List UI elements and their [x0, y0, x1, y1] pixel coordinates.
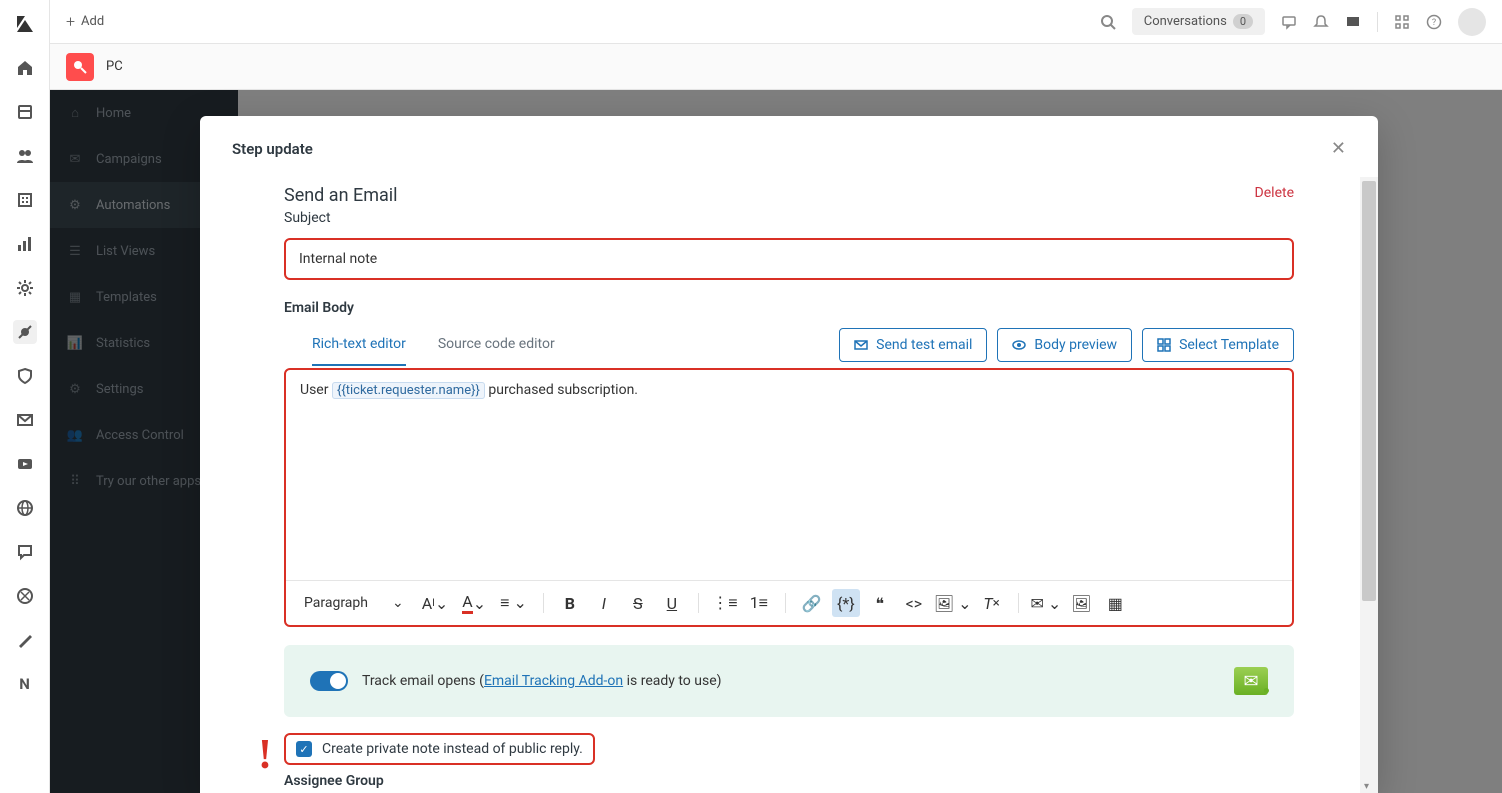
rail-globe-icon[interactable]	[13, 496, 37, 520]
number-list-button[interactable]: 1≡	[745, 589, 773, 617]
bold-button[interactable]: B	[556, 589, 584, 617]
section-title: Send an Email	[284, 185, 398, 206]
table-button[interactable]: ▦	[1101, 589, 1129, 617]
rail-home-icon[interactable]	[13, 56, 37, 80]
delete-button[interactable]: Delete	[1255, 185, 1294, 201]
media-button[interactable]: 🖼	[1067, 589, 1095, 617]
exclamation-annotation: !	[258, 731, 264, 779]
help-icon[interactable]: ?	[1426, 14, 1442, 30]
track-rest: is ready to use)	[623, 673, 721, 689]
bullet-list-button[interactable]: ⋮≡	[711, 589, 739, 617]
step-update-modal: Step update ✕ ▴ ▾ Send an Email Subject …	[200, 116, 1378, 793]
avatar[interactable]	[1458, 8, 1486, 36]
rail-mail-icon[interactable]	[13, 408, 37, 432]
link-button[interactable]: 🔗	[798, 589, 826, 617]
rail-web-icon[interactable]	[13, 584, 37, 608]
top-bar: + Add Conversations 0 ?	[50, 0, 1502, 44]
close-icon[interactable]: ✕	[1331, 138, 1346, 159]
scroll-thumb[interactable]	[1362, 181, 1376, 601]
image-button[interactable]: 🖼 ⌄	[934, 589, 972, 617]
svg-text:?: ?	[1432, 18, 1436, 28]
track-label: Track email opens	[362, 673, 476, 689]
quote-button[interactable]: ❝	[866, 589, 894, 617]
editor-highlight: User {{ticket.requester.name}} purchased…	[284, 368, 1294, 627]
assignee-group-label: Assignee Group	[284, 773, 1294, 789]
rail-stats-icon[interactable]	[13, 232, 37, 256]
code-button[interactable]: <>	[900, 589, 928, 617]
rail-rocket-icon[interactable]	[13, 320, 37, 344]
rail-logo-icon[interactable]	[13, 12, 37, 36]
scrollbar[interactable]: ▴ ▾	[1360, 177, 1378, 793]
email-body-editor[interactable]: User {{ticket.requester.name}} purchased…	[286, 370, 1292, 580]
editor-text-prefix: User	[300, 382, 332, 398]
bell-icon[interactable]	[1313, 14, 1329, 30]
tab-source-code[interactable]: Source code editor	[438, 324, 555, 366]
private-note-checkbox[interactable]: ✓	[296, 741, 312, 757]
rail-book-icon[interactable]	[13, 100, 37, 124]
select-template-button[interactable]: Select Template	[1142, 328, 1294, 362]
search-icon[interactable]	[1100, 14, 1116, 30]
apps-icon[interactable]	[1394, 14, 1410, 30]
underline-button[interactable]: U	[658, 589, 686, 617]
private-note-highlight: ✓ Create private note instead of public …	[284, 733, 595, 765]
track-toggle[interactable]	[310, 671, 348, 691]
scroll-down-icon[interactable]: ▾	[1364, 781, 1374, 791]
rail-brush-icon[interactable]	[13, 628, 37, 652]
chat-filled-icon[interactable]	[1345, 14, 1361, 30]
subject-highlight	[284, 238, 1294, 280]
editor-text-suffix: purchased subscription.	[485, 382, 638, 398]
align-button[interactable]: ≡ ⌄	[496, 589, 531, 617]
app-name-label: PC	[106, 59, 123, 74]
font-color-button[interactable]: A ⌄	[458, 589, 490, 617]
conversations-count: 0	[1233, 14, 1253, 29]
variable-button[interactable]: {*}	[832, 589, 860, 617]
tracking-addon-link[interactable]: Email Tracking Add-on	[484, 673, 623, 689]
rail-building-icon[interactable]	[13, 188, 37, 212]
body-preview-button[interactable]: Body preview	[997, 328, 1132, 362]
subject-label: Subject	[284, 210, 398, 226]
tracking-badge-icon	[1234, 667, 1268, 695]
rail-gear-icon[interactable]	[13, 276, 37, 300]
editor-toolbar: Paragraph⌄ AI ⌄ A ⌄ ≡ ⌄ B I S U ⋮≡ 1≡ 🔗	[286, 580, 1292, 625]
attachment-button[interactable]: ✉ ⌄	[1031, 589, 1062, 617]
italic-button[interactable]: I	[590, 589, 618, 617]
modal-title: Step update	[232, 140, 313, 158]
conversations-button[interactable]: Conversations 0	[1132, 8, 1265, 35]
clear-format-button[interactable]: T×	[978, 589, 1006, 617]
paragraph-select[interactable]: Paragraph⌄	[296, 591, 412, 615]
rail-n-icon[interactable]: N	[13, 672, 37, 696]
subject-input[interactable]	[286, 240, 1292, 278]
rail-play-icon[interactable]	[13, 452, 37, 476]
track-email-box: Track email opens (Email Tracking Add-on…	[284, 645, 1294, 717]
rail-shield-icon[interactable]	[13, 364, 37, 388]
sub-bar: PC	[50, 44, 1502, 90]
variable-chip[interactable]: {{ticket.requester.name}}	[332, 382, 485, 399]
font-size-button[interactable]: AI ⌄	[418, 589, 453, 617]
strike-button[interactable]: S	[624, 589, 652, 617]
comment-icon[interactable]	[1281, 14, 1297, 30]
tab-rich-text[interactable]: Rich-text editor	[312, 324, 406, 366]
body-label: Email Body	[284, 300, 1294, 316]
rail-users-icon[interactable]	[13, 144, 37, 168]
left-rail: N	[0, 0, 50, 793]
app-tile-icon[interactable]	[66, 53, 94, 81]
send-test-email-button[interactable]: Send test email	[839, 328, 987, 362]
private-note-label: Create private note instead of public re…	[322, 741, 583, 757]
chevron-down-icon: ⌄	[392, 595, 404, 611]
rail-chat-icon[interactable]	[13, 540, 37, 564]
add-button[interactable]: + Add	[66, 12, 104, 31]
